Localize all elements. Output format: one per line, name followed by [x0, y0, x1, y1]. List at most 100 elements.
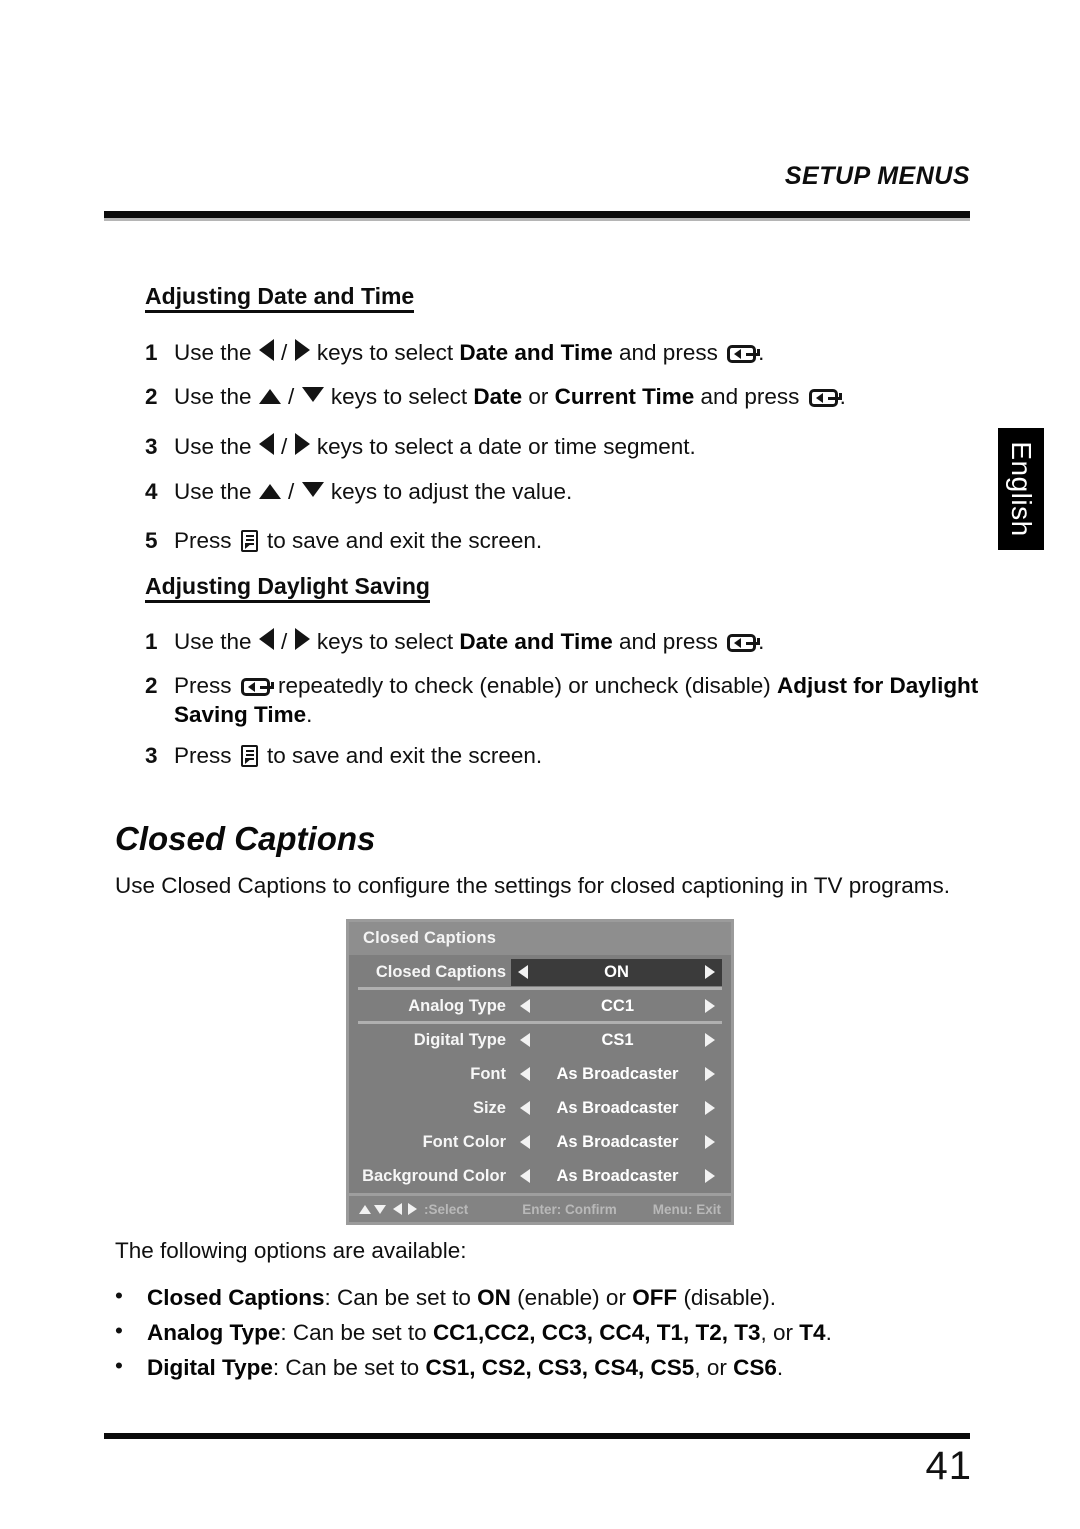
step-number: 3 — [145, 434, 158, 459]
osd-row-label: Digital Type — [413, 1030, 506, 1049]
osd-left-arrow-icon[interactable] — [520, 1101, 530, 1115]
osd-row-label: Size — [472, 1098, 506, 1117]
osd-row-control[interactable]: CS1 — [513, 1027, 722, 1054]
step-item: 2 Press repeatedly to check (enable) or … — [145, 672, 985, 730]
step-number: 1 — [145, 629, 158, 654]
step-text: Press to save and exit the screen. — [174, 743, 543, 768]
left-arrow-icon — [258, 339, 274, 361]
step-text: Use the / keys to select Date or Current… — [174, 384, 846, 409]
step-item: 4 Use the / keys to adjust the value. — [145, 478, 985, 507]
osd-right-arrow-icon[interactable] — [705, 999, 715, 1013]
list-item: • Analog Type: Can be set to CC1,CC2, CC… — [115, 1318, 995, 1346]
enter-button-icon — [727, 345, 761, 363]
step-number: 5 — [145, 528, 158, 553]
osd-row-value: As Broadcaster — [556, 1166, 679, 1185]
step-text: Use the / keys to select Date and Time a… — [174, 339, 765, 365]
osd-row-value: CC1 — [600, 996, 634, 1015]
right-arrow-icon — [408, 1203, 417, 1215]
osd-row-value: CS1 — [601, 1030, 634, 1049]
subheading-adjusting-daylight-saving: Adjusting Daylight Saving — [145, 573, 430, 604]
osd-row-control[interactable]: As Broadcaster — [513, 1163, 722, 1190]
osd-right-arrow-icon[interactable] — [705, 1067, 715, 1081]
osd-row-control[interactable]: As Broadcaster — [513, 1129, 722, 1156]
osd-row-control[interactable]: As Broadcaster — [513, 1061, 722, 1088]
osd-left-arrow-icon[interactable] — [520, 1033, 530, 1047]
step-text: Press repeatedly to check (enable) or un… — [174, 673, 979, 727]
list-item-text: Digital Type: Can be set to CS1, CS2, CS… — [147, 1355, 784, 1380]
list-item-text: Closed Captions: Can be set to ON (enabl… — [147, 1285, 776, 1310]
left-arrow-icon — [393, 1203, 402, 1215]
osd-rows: Closed Captions ON Analog Type CC1 Digit… — [349, 955, 731, 1193]
osd-left-arrow-icon[interactable] — [520, 1067, 530, 1081]
osd-left-arrow-icon[interactable] — [520, 1135, 530, 1149]
osd-row-analog-type[interactable]: Analog Type CC1 — [358, 989, 722, 1024]
step-number: 1 — [145, 340, 158, 365]
osd-row-background-color[interactable]: Background Color As Broadcaster — [358, 1159, 722, 1193]
footer-rule — [104, 1433, 970, 1439]
osd-row-closed-captions[interactable]: Closed Captions ON — [358, 955, 722, 990]
osd-row-label: Font — [470, 1064, 506, 1083]
step-item: 2 Use the / keys to select Date or Curre… — [145, 383, 985, 412]
options-lead-text: The following options are available: — [115, 1238, 467, 1263]
down-arrow-icon — [374, 1204, 386, 1214]
osd-footer-exit-label: Menu: Exit — [652, 1201, 721, 1217]
up-arrow-icon — [258, 484, 281, 499]
step-text: Press to save and exit the screen. — [174, 528, 543, 553]
osd-right-arrow-icon[interactable] — [705, 1101, 715, 1115]
right-arrow-icon — [294, 339, 310, 361]
osd-row-control[interactable]: ON — [511, 958, 722, 986]
osd-row-digital-type[interactable]: Digital Type CS1 — [358, 1023, 722, 1057]
running-head: SETUP MENUS — [784, 162, 970, 190]
step-text: Use the / keys to select Date and Time a… — [174, 628, 765, 654]
bullet-icon: • — [115, 1318, 123, 1343]
osd-right-arrow-icon[interactable] — [705, 1169, 715, 1183]
osd-row-value: As Broadcaster — [556, 1064, 679, 1083]
down-arrow-icon — [301, 387, 324, 402]
menu-button-icon — [240, 530, 258, 552]
osd-title-bar: Closed Captions — [349, 922, 731, 955]
osd-row-control[interactable]: CC1 — [513, 993, 722, 1020]
section-title-closed-captions: Closed Captions — [115, 820, 376, 857]
osd-row-size[interactable]: Size As Broadcaster — [358, 1091, 722, 1125]
list-item: • Closed Captions: Can be set to ON (ena… — [115, 1283, 995, 1311]
step-item: 5 Press to save and exit the screen. — [145, 527, 985, 556]
menu-button-icon — [240, 745, 258, 767]
osd-row-label: Analog Type — [408, 996, 506, 1015]
right-arrow-icon — [294, 433, 310, 455]
step-number: 2 — [145, 673, 158, 698]
osd-row-control[interactable]: As Broadcaster — [513, 1095, 722, 1122]
osd-right-arrow-icon[interactable] — [705, 965, 715, 979]
osd-left-arrow-icon[interactable] — [520, 999, 530, 1013]
osd-right-arrow-icon[interactable] — [705, 1033, 715, 1047]
osd-footer-select-hint: :Select — [359, 1202, 468, 1217]
osd-row-font-color[interactable]: Font Color As Broadcaster — [358, 1125, 722, 1159]
osd-left-arrow-icon[interactable] — [520, 1169, 530, 1183]
list-item-text: Analog Type: Can be set to CC1,CC2, CC3,… — [147, 1320, 832, 1345]
enter-button-icon — [808, 389, 842, 407]
language-side-tab: English — [998, 428, 1044, 550]
subheading-adjusting-date-and-time: Adjusting Date and Time — [145, 283, 415, 314]
step-item: 3 Press to save and exit the screen. — [145, 742, 985, 771]
osd-row-label: Font Color — [422, 1132, 506, 1151]
step-item: 3 Use the / keys to select a date or tim… — [145, 433, 985, 462]
header-rule — [104, 211, 970, 218]
step-number: 2 — [145, 384, 158, 409]
down-arrow-icon — [301, 482, 324, 497]
step-number: 4 — [145, 479, 158, 504]
osd-row-font[interactable]: Font As Broadcaster — [358, 1057, 722, 1091]
step-number: 3 — [145, 743, 158, 768]
list-item: • Digital Type: Can be set to CS1, CS2, … — [115, 1354, 995, 1381]
left-arrow-icon — [258, 433, 274, 455]
osd-footer-select-label: :Select — [424, 1201, 469, 1217]
osd-row-value: As Broadcaster — [556, 1098, 679, 1117]
section-intro-text: Use Closed Captions to configure the set… — [115, 873, 951, 898]
osd-row-value: ON — [604, 962, 629, 981]
step-item: 1 Use the / keys to select Date and Time… — [145, 339, 985, 368]
up-arrow-icon — [258, 389, 281, 404]
osd-right-arrow-icon[interactable] — [705, 1135, 715, 1149]
step-item: 1 Use the / keys to select Date and Time… — [145, 628, 985, 657]
bullet-icon: • — [115, 1283, 123, 1308]
osd-left-arrow-icon[interactable] — [518, 965, 528, 979]
left-arrow-icon — [258, 628, 274, 650]
osd-closed-captions-menu: Closed Captions Closed Captions ON Analo… — [346, 919, 734, 1225]
